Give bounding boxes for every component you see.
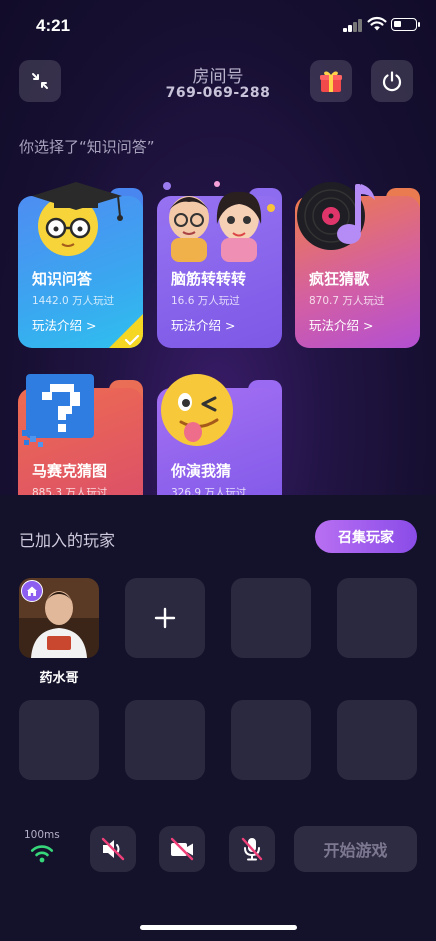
card-players: 870.7 万人玩过	[309, 295, 385, 307]
card-title: 疯狂猜歌	[309, 270, 370, 288]
gift-button[interactable]	[310, 60, 352, 102]
winking-tongue-emoji-icon	[161, 374, 233, 446]
host-badge	[21, 580, 43, 602]
cellular-signal-icon	[343, 18, 363, 32]
vinyl-record-music-note-icon	[297, 182, 375, 250]
host-player-name: 药水哥	[39, 671, 79, 686]
empty-player-slot	[19, 700, 99, 780]
pixel-question-mark-icon	[22, 374, 94, 447]
card-title: 马赛克猜图	[32, 462, 108, 480]
card-players: 885.3 万人玩过	[32, 487, 108, 495]
empty-player-slot	[337, 700, 417, 780]
camera-off-icon	[170, 837, 194, 861]
nerd-emoji-graduation-cap-icon	[32, 182, 123, 256]
status-time: 4:21	[36, 16, 71, 35]
card-players: 1442.0 万人玩过	[32, 295, 115, 307]
game-card-brain-teaser[interactable]: 脑筋转转转 16.6 万人玩过 玩法介绍 >	[157, 178, 282, 348]
add-player-slot[interactable]	[125, 578, 205, 658]
gather-players-button[interactable]: 召集玩家	[315, 520, 417, 553]
empty-player-slot	[231, 700, 311, 780]
card-intro-link[interactable]: 玩法介绍 >	[171, 315, 235, 334]
home-indicator	[140, 925, 297, 930]
player-slot-host[interactable]: 药水哥	[19, 578, 99, 686]
mic-off-icon	[241, 837, 263, 861]
power-icon	[382, 71, 402, 92]
empty-player-slot	[337, 578, 417, 658]
wifi-status-icon	[367, 16, 387, 31]
card-title: 知识问答	[32, 270, 93, 288]
network-latency: 100ms	[24, 829, 60, 841]
top-area: 4:21 房间号 769-069-288 你选择了“知识问答” 知识问答 144…	[0, 0, 436, 495]
battery-icon	[391, 18, 420, 31]
cartoon-couple-icon	[163, 181, 275, 262]
game-card-guess-song[interactable]: 疯狂猜歌 870.7 万人玩过 玩法介绍 >	[295, 178, 420, 348]
card-players: 16.6 万人玩过	[171, 295, 240, 307]
players-panel: 已加入的玩家 召集玩家 药水哥 100ms 开始游戏	[0, 495, 436, 941]
selected-game-prompt: 你选择了“知识问答”	[19, 138, 155, 156]
card-players: 326.9 万人玩过	[171, 487, 247, 495]
speaker-muted-icon	[101, 837, 125, 861]
empty-player-slot	[125, 700, 205, 780]
card-title: 脑筋转转转	[171, 270, 247, 288]
home-icon	[27, 586, 37, 596]
game-card-trivia[interactable]: 知识问答 1442.0 万人玩过 玩法介绍 >	[18, 178, 143, 348]
exit-power-button[interactable]	[371, 60, 413, 102]
card-intro-link[interactable]: 玩法介绍 >	[32, 315, 96, 334]
wifi-signal-icon	[30, 845, 54, 863]
start-game-button[interactable]: 开始游戏	[294, 826, 417, 872]
microphone-toggle-button[interactable]	[229, 826, 275, 872]
empty-player-slot	[231, 578, 311, 658]
card-intro-link[interactable]: 玩法介绍 >	[309, 315, 373, 334]
status-bar: 4:21	[0, 0, 436, 52]
plus-icon	[154, 607, 176, 629]
check-icon	[124, 334, 140, 346]
game-card-charades[interactable]: 你演我猜 326.9 万人玩过	[157, 370, 282, 495]
speaker-toggle-button[interactable]	[90, 826, 136, 872]
card-title: 你演我猜	[171, 462, 232, 480]
gift-icon	[320, 71, 342, 92]
camera-toggle-button[interactable]	[159, 826, 205, 872]
joined-players-label: 已加入的玩家	[19, 531, 116, 550]
game-card-mosaic-guess[interactable]: 马赛克猜图 885.3 万人玩过	[18, 370, 143, 495]
